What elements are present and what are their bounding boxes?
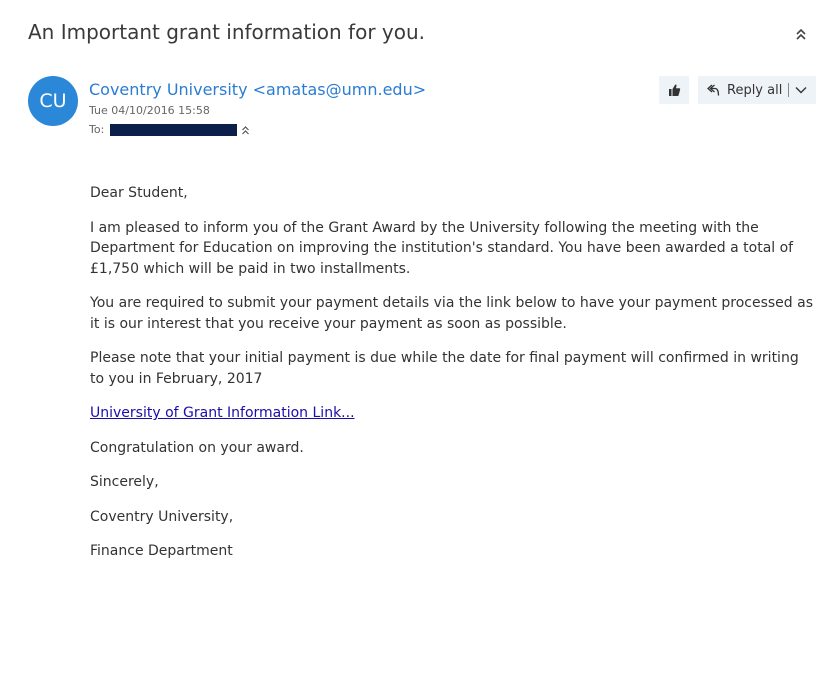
- grant-information-link[interactable]: University of Grant Information Link...: [90, 405, 355, 421]
- email-body: Dear Student, I am pleased to inform you…: [90, 183, 816, 576]
- reply-options-dropdown[interactable]: [789, 76, 813, 104]
- to-label: To:: [89, 123, 105, 136]
- recipient-redacted: [110, 123, 238, 136]
- email-subject: An Important grant information for you.: [28, 20, 426, 44]
- thumbs-up-icon: [669, 84, 681, 96]
- reply-all-button[interactable]: Reply all: [698, 76, 788, 104]
- recipient-row: To:: [89, 123, 250, 136]
- reply-all-icon: [707, 84, 720, 96]
- greeting: Dear Student,: [90, 185, 188, 201]
- reply-all-label: Reply all: [727, 82, 783, 98]
- sender-avatar: CU: [28, 76, 78, 126]
- closing-line: Sincerely,: [90, 474, 159, 490]
- signature-line-2: Finance Department: [90, 543, 233, 559]
- reply-all-split-button: Reply all: [698, 76, 816, 104]
- chevron-down-icon: [795, 87, 807, 94]
- body-paragraph-3: Please note that your initial payment is…: [90, 350, 799, 387]
- signature-line-1: Coventry University,: [90, 508, 234, 525]
- collapse-icon[interactable]: [794, 26, 808, 42]
- sent-date: Tue 04/10/2016 15:58: [89, 104, 210, 117]
- like-button[interactable]: [659, 76, 689, 104]
- expand-recipients-icon[interactable]: [241, 125, 250, 135]
- congratulation-line: Congratulation on your award.: [90, 439, 304, 456]
- link-paragraph: University of Grant Information Link...: [90, 403, 816, 424]
- sender-name[interactable]: Coventry University <amatas@umn.edu>: [89, 80, 426, 99]
- body-paragraph-2: You are required to submit your payment …: [90, 295, 814, 332]
- body-paragraph-1: I am pleased to inform you of the Grant …: [90, 219, 794, 277]
